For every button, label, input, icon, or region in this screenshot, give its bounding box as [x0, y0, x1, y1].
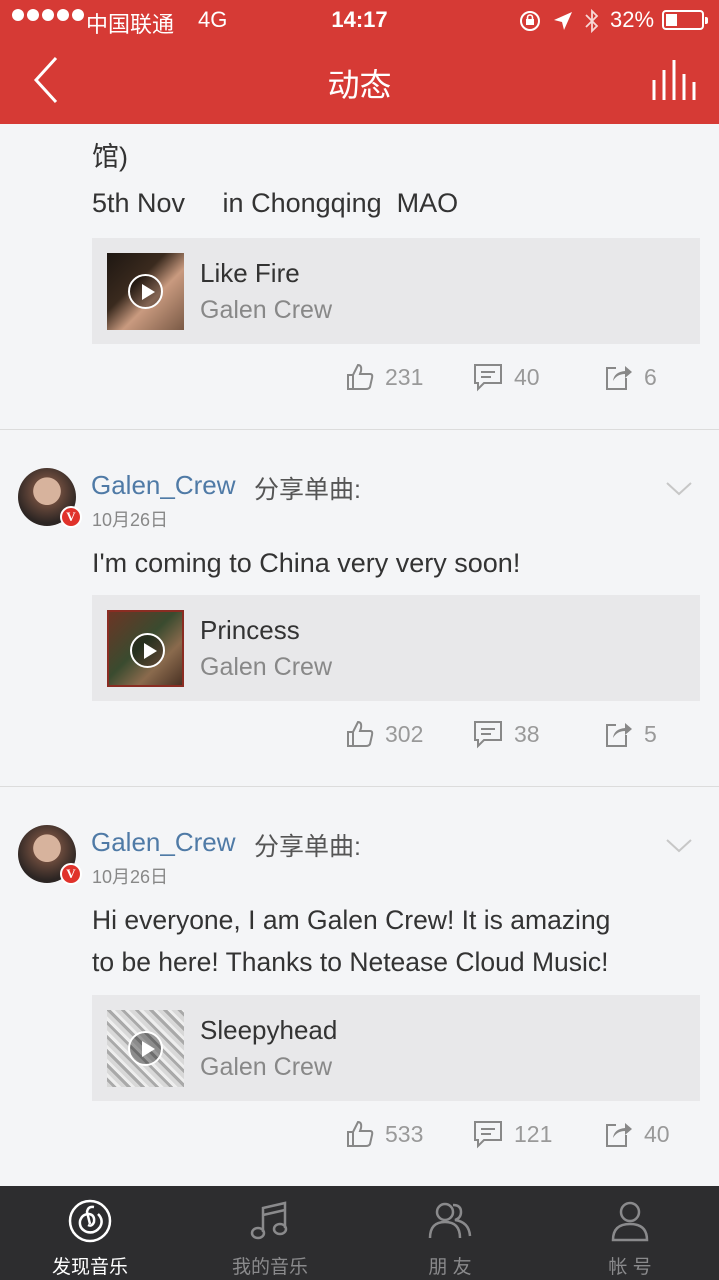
- album-cover: [107, 1010, 184, 1087]
- app-header: 中国联通 4G 14:17 32% 动态: [0, 0, 719, 124]
- comment-icon: [474, 721, 502, 749]
- tab-label: 我的音乐: [231, 1257, 308, 1278]
- song-artist: Galen Crew: [200, 1053, 332, 1081]
- album-cover: [107, 610, 184, 687]
- battery-percentage: 32%: [610, 7, 655, 32]
- feed-post: V Galen_Crew 分享单曲: 10月26日 Hi everyone, I…: [0, 787, 719, 1186]
- feed-post: V Galen_Crew 分享单曲: 10月26日 I'm coming to …: [0, 430, 719, 786]
- tab-discover-music[interactable]: 发现音乐: [0, 1186, 180, 1280]
- song-title: Princess: [200, 615, 300, 645]
- post-text-line: 5th Nov in Chongqing MAO: [92, 188, 459, 218]
- post-text: I'm coming to China very very soon!: [92, 548, 521, 578]
- song-card[interactable]: Like Fire Galen Crew: [92, 238, 700, 344]
- avatar[interactable]: V: [18, 825, 82, 885]
- feed-post: 馆) 5th Nov in Chongqing MAO Like Fire Ga…: [0, 124, 719, 429]
- tab-friends[interactable]: 朋 友: [360, 1186, 540, 1280]
- more-options-button[interactable]: [664, 835, 694, 857]
- comment-count: 38: [514, 720, 540, 747]
- tab-label: 发现音乐: [51, 1257, 128, 1278]
- verified-badge: V: [60, 506, 82, 528]
- tab-account[interactable]: 帐 号: [540, 1186, 719, 1280]
- share-button[interactable]: 40: [604, 1117, 670, 1151]
- battery-level-fill: [666, 14, 677, 26]
- share-button[interactable]: 6: [604, 360, 657, 394]
- comment-icon: [474, 364, 502, 392]
- like-count: 302: [385, 720, 424, 747]
- like-button[interactable]: 533: [345, 1117, 423, 1151]
- now-playing-button[interactable]: [648, 58, 698, 104]
- comment-button[interactable]: 121: [472, 1117, 552, 1151]
- share-label: 分享单曲:: [254, 476, 361, 504]
- thumbs-up-icon: [347, 720, 374, 747]
- tab-my-music[interactable]: 我的音乐: [180, 1186, 360, 1280]
- like-count: 231: [385, 363, 424, 390]
- song-artist: Galen Crew: [200, 653, 332, 681]
- status-bar: 中国联通 4G 14:17 32%: [0, 0, 719, 40]
- like-button[interactable]: 231: [345, 360, 423, 394]
- share-icon: [606, 723, 632, 747]
- song-card[interactable]: Princess Galen Crew: [92, 595, 700, 701]
- netease-music-icon: [68, 1199, 112, 1243]
- username[interactable]: Galen_Crew: [91, 470, 236, 501]
- thumbs-up-icon: [347, 363, 374, 390]
- feed-list[interactable]: 馆) 5th Nov in Chongqing MAO Like Fire Ga…: [0, 124, 719, 1186]
- equalizer-icon: [652, 60, 696, 100]
- friends-icon: [428, 1202, 472, 1239]
- status-icons: [518, 8, 600, 34]
- comment-button[interactable]: 38: [472, 717, 540, 751]
- like-button[interactable]: 302: [345, 717, 423, 751]
- play-icon: [128, 274, 163, 309]
- rotation-lock-icon: [520, 11, 540, 31]
- comment-icon: [474, 1121, 502, 1149]
- thumbs-up-icon: [347, 1120, 374, 1147]
- share-icon: [606, 1123, 632, 1147]
- share-button[interactable]: 5: [604, 717, 657, 751]
- share-count: 5: [644, 720, 657, 747]
- battery-icon: [662, 10, 708, 30]
- location-arrow-icon: [554, 12, 572, 30]
- play-icon: [128, 1031, 163, 1066]
- song-title: Sleepyhead: [200, 1015, 338, 1045]
- tab-label: 帐 号: [608, 1257, 652, 1278]
- song-title: Like Fire: [200, 258, 300, 288]
- page-title: 动态: [327, 67, 392, 103]
- post-date: 10月26日: [92, 510, 169, 530]
- post-date: 10月26日: [92, 867, 169, 887]
- chevron-down-icon: [666, 839, 692, 853]
- verified-badge: V: [60, 863, 82, 885]
- tab-label: 朋 友: [428, 1257, 472, 1278]
- share-label: 分享单曲:: [254, 833, 361, 861]
- comment-count: 40: [514, 363, 540, 390]
- post-text-line: Hi everyone, I am Galen Crew! It is amaz…: [92, 905, 611, 935]
- share-count: 6: [644, 363, 657, 390]
- more-options-button[interactable]: [664, 478, 694, 500]
- comment-button[interactable]: 40: [472, 360, 540, 394]
- comment-count: 121: [514, 1120, 553, 1147]
- bottom-tab-bar: 发现音乐 我的音乐 朋 友 帐 号: [0, 1186, 719, 1280]
- album-cover: [107, 253, 184, 330]
- username[interactable]: Galen_Crew: [91, 827, 236, 858]
- song-artist: Galen Crew: [200, 296, 332, 324]
- music-note-icon: [250, 1201, 288, 1240]
- post-text-line: to be here! Thanks to Netease Cloud Musi…: [92, 947, 609, 977]
- bluetooth-icon: [585, 8, 599, 34]
- play-icon: [130, 633, 165, 668]
- share-icon: [606, 366, 632, 390]
- avatar[interactable]: V: [18, 468, 82, 528]
- like-count: 533: [385, 1120, 424, 1147]
- account-icon: [611, 1201, 649, 1242]
- navigation-bar: 动态: [0, 40, 719, 124]
- share-count: 40: [644, 1120, 670, 1147]
- post-text-line: 馆): [92, 142, 128, 172]
- song-card[interactable]: Sleepyhead Galen Crew: [92, 995, 700, 1101]
- chevron-down-icon: [666, 482, 692, 496]
